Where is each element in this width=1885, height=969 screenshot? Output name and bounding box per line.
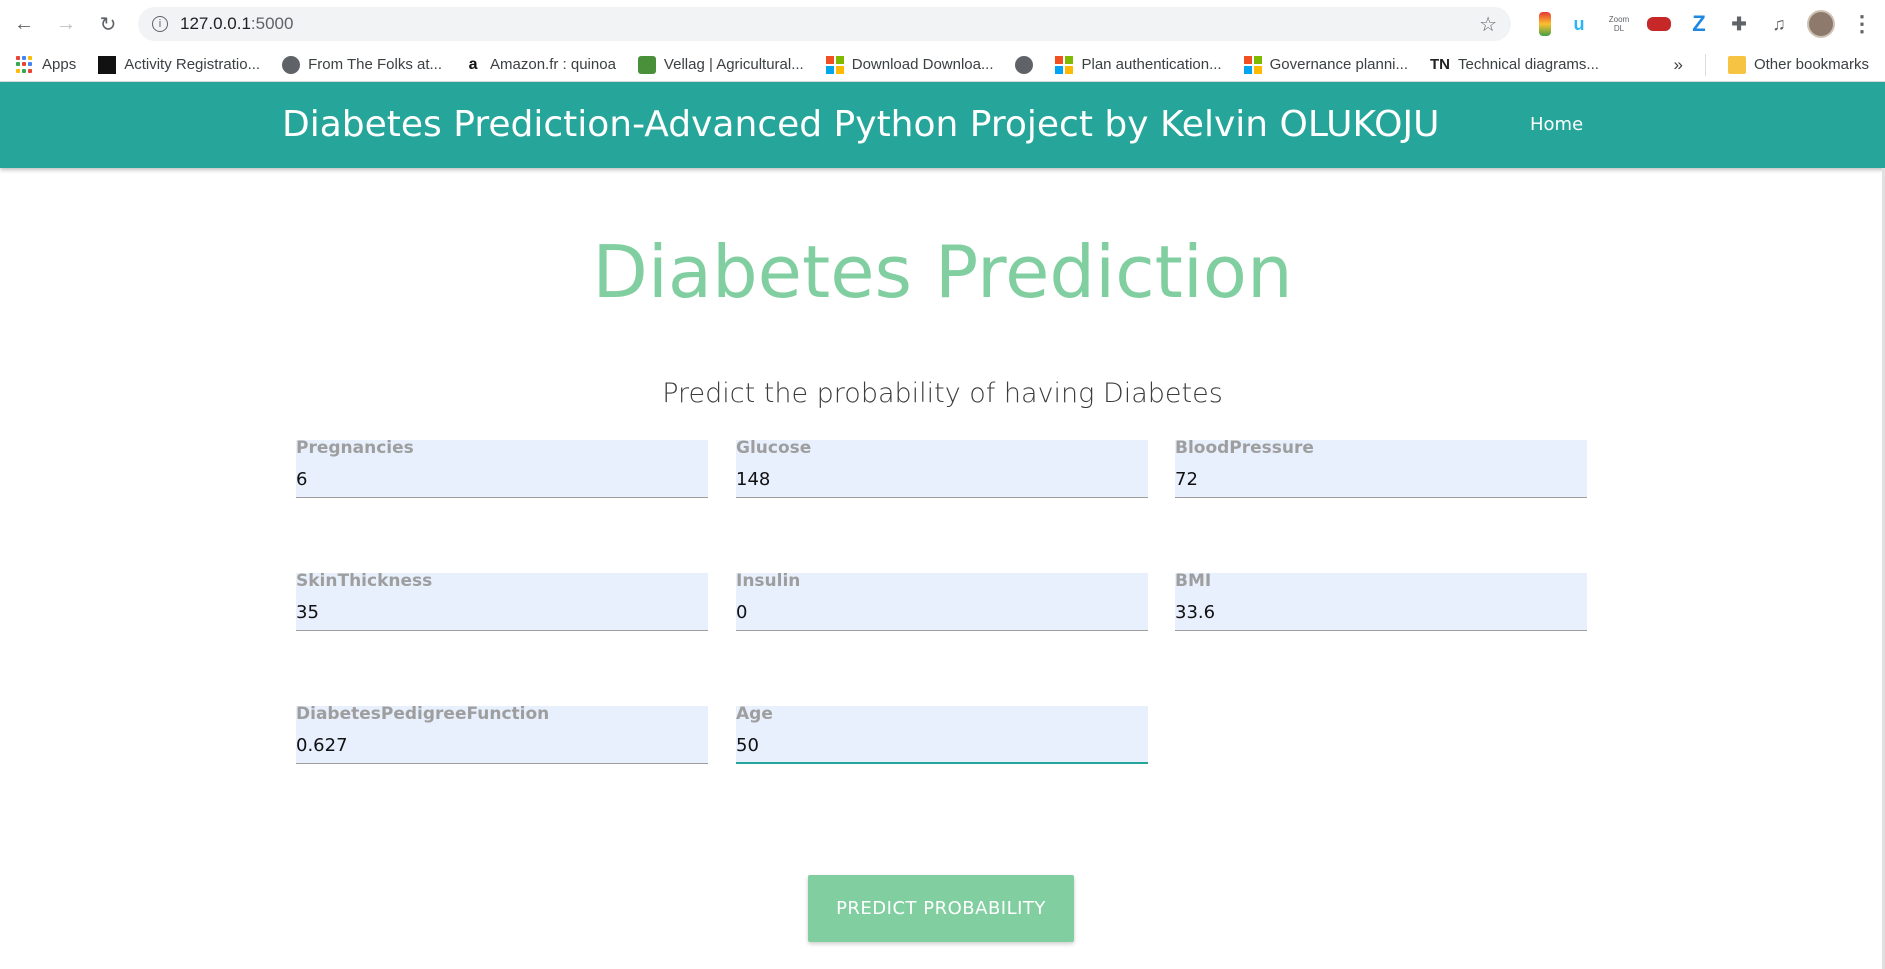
url-text[interactable]: 127.0.0.1:5000	[180, 14, 293, 34]
bmi-field: BMI	[1175, 571, 1587, 631]
bmi-input[interactable]	[1175, 599, 1587, 625]
field-label: BloodPressure	[1175, 438, 1314, 458]
bookmark-star-icon[interactable]: ☆	[1479, 12, 1497, 37]
page-subtitle: Predict the probability of having Diabet…	[662, 378, 1223, 409]
skinthickness-input[interactable]	[296, 599, 708, 625]
glucose-field: Glucose	[736, 438, 1148, 498]
apps-grid-icon	[16, 55, 34, 74]
bookmarks-bar: Apps Activity Registratio... From The Fo…	[0, 48, 1885, 82]
info-icon[interactable]: i	[152, 16, 168, 32]
brand-title[interactable]: Diabetes Prediction-Advanced Python Proj…	[282, 104, 1439, 145]
field-label: BMI	[1175, 571, 1212, 591]
bookmark-label: Technical diagrams...	[1458, 56, 1599, 73]
bookmark-label: Governance planni...	[1269, 56, 1409, 73]
bookmark-label: Amazon.fr : quinoa	[490, 56, 616, 73]
nav-home-link[interactable]: Home	[1530, 114, 1583, 135]
bloodpressure-field: BloodPressure	[1175, 438, 1587, 498]
pedigree-input[interactable]	[296, 732, 708, 758]
insulin-input[interactable]	[736, 599, 1148, 625]
bloodpressure-input[interactable]	[1175, 466, 1587, 492]
microsoft-icon	[1055, 55, 1074, 74]
site-favicon-icon	[98, 55, 117, 74]
folder-icon	[1727, 55, 1746, 74]
bookmark-plan-auth[interactable]: Plan authentication...	[1055, 55, 1222, 74]
menu-kebab-icon[interactable]: ⋮	[1851, 11, 1873, 37]
extensions-bar: u Zoom DL Z ✚ ♫ ⋮	[1539, 10, 1873, 38]
field-label: Glucose	[736, 438, 812, 458]
pregnancies-input[interactable]	[296, 466, 708, 492]
bookmark-download[interactable]: Download Downloa...	[825, 55, 994, 74]
field-label: Insulin	[736, 571, 801, 591]
field-label: SkinThickness	[296, 571, 433, 591]
field-label: DiabetesPedigreeFunction	[296, 704, 550, 724]
main-content: Diabetes Prediction Predict the probabil…	[0, 168, 1885, 969]
bookmark-apps[interactable]: Apps	[16, 55, 77, 74]
profile-avatar[interactable]	[1807, 10, 1835, 38]
bookmark-amazon[interactable]: a Amazon.fr : quinoa	[464, 56, 616, 74]
microsoft-icon	[1243, 55, 1262, 74]
bookmark-label: Other bookmarks	[1753, 56, 1869, 73]
skinthickness-field: SkinThickness	[296, 571, 708, 631]
tractor-icon	[637, 55, 656, 74]
address-bar[interactable]: i 127.0.0.1:5000 ☆	[138, 7, 1511, 41]
globe-icon	[1015, 55, 1034, 74]
field-label: Pregnancies	[296, 438, 414, 458]
more-bookmarks-chevron[interactable]: »	[1673, 55, 1682, 75]
puzzle-icon[interactable]: ✚	[1727, 12, 1751, 36]
bookmark-label: Download Downloa...	[851, 56, 994, 73]
bookmark-globe[interactable]	[1015, 55, 1034, 74]
app-navbar: Diabetes Prediction-Advanced Python Proj…	[0, 82, 1885, 168]
bookmark-governance[interactable]: Governance planni...	[1243, 55, 1409, 74]
page-title: Diabetes Prediction	[592, 230, 1293, 314]
bookmarks-divider	[1704, 53, 1706, 76]
forward-icon[interactable]: →	[54, 12, 78, 36]
u-ext-icon[interactable]: u	[1567, 12, 1591, 36]
pedigree-field: DiabetesPedigreeFunction	[296, 704, 708, 764]
bookmark-other[interactable]: Other bookmarks	[1727, 55, 1869, 74]
globe-icon	[282, 55, 301, 74]
bookmark-label: Vellag | Agricultural...	[663, 56, 804, 73]
reload-icon[interactable]: ↻	[96, 12, 120, 36]
bookmark-label: Apps	[42, 56, 77, 73]
bookmark-label: From The Folks at...	[308, 56, 443, 73]
bookmark-technical[interactable]: TN Technical diagrams...	[1430, 56, 1599, 73]
bookmark-folks[interactable]: From The Folks at...	[282, 55, 443, 74]
media-icon[interactable]: ♫	[1767, 12, 1791, 36]
tn-icon: TN	[1430, 56, 1451, 73]
insulin-field: Insulin	[736, 571, 1148, 631]
bookmark-vellag[interactable]: Vellag | Agricultural...	[637, 55, 804, 74]
microsoft-icon	[825, 55, 844, 74]
back-icon[interactable]: ←	[12, 12, 36, 36]
browser-toolbar: ← → ↻ i 127.0.0.1:5000 ☆ u Zoom DL Z ✚ ♫ …	[0, 0, 1885, 48]
pregnancies-field: Pregnancies	[296, 438, 708, 498]
field-label: Age	[736, 704, 773, 724]
age-input[interactable]	[736, 732, 1148, 758]
z-ext-icon[interactable]: Z	[1687, 11, 1711, 36]
glucose-input[interactable]	[736, 466, 1148, 492]
car-ext-icon[interactable]	[1647, 17, 1671, 31]
predict-probability-button[interactable]: PREDICT PROBABILITY	[808, 875, 1074, 942]
age-field: Age	[736, 704, 1148, 764]
bookmark-label: Activity Registratio...	[124, 56, 261, 73]
download-ext-icon[interactable]	[1539, 12, 1551, 36]
amazon-icon: a	[468, 55, 478, 73]
bookmark-label: Plan authentication...	[1081, 56, 1222, 73]
zoom-dl-ext-icon[interactable]: Zoom DL	[1607, 12, 1631, 36]
bookmark-activity[interactable]: Activity Registratio...	[98, 55, 261, 74]
